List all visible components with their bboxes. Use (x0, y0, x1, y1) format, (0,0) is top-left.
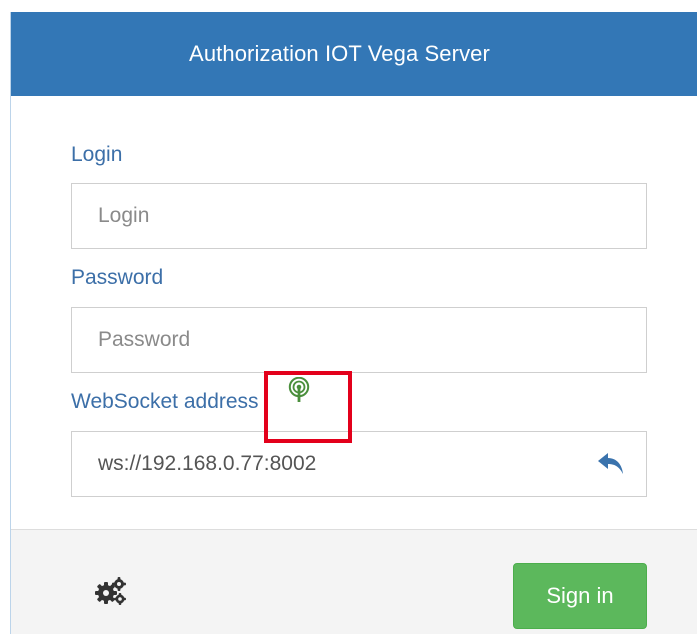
websocket-field[interactable]: ws://192.168.0.77:8002 (71, 431, 647, 497)
login-label: Login (71, 143, 123, 166)
password-input[interactable] (72, 308, 646, 372)
panel-footer: Sign in (11, 529, 697, 634)
panel-header: Authorization IOT Vega Server (11, 12, 697, 96)
password-field-box (71, 307, 647, 373)
page-title: Authorization IOT Vega Server (189, 41, 490, 66)
auth-panel: Authorization IOT Vega Server Login Pass… (10, 12, 697, 634)
reply-arrow-icon[interactable] (596, 450, 626, 478)
signal-tower-icon (288, 377, 310, 402)
password-label: Password (71, 266, 164, 289)
login-field-box (71, 183, 647, 249)
websocket-value: ws://192.168.0.77:8002 (98, 452, 317, 475)
websocket-label: WebSocket address (71, 390, 259, 413)
gears-icon[interactable] (95, 576, 127, 606)
sign-in-button[interactable]: Sign in (513, 563, 647, 629)
login-input[interactable] (72, 184, 646, 248)
